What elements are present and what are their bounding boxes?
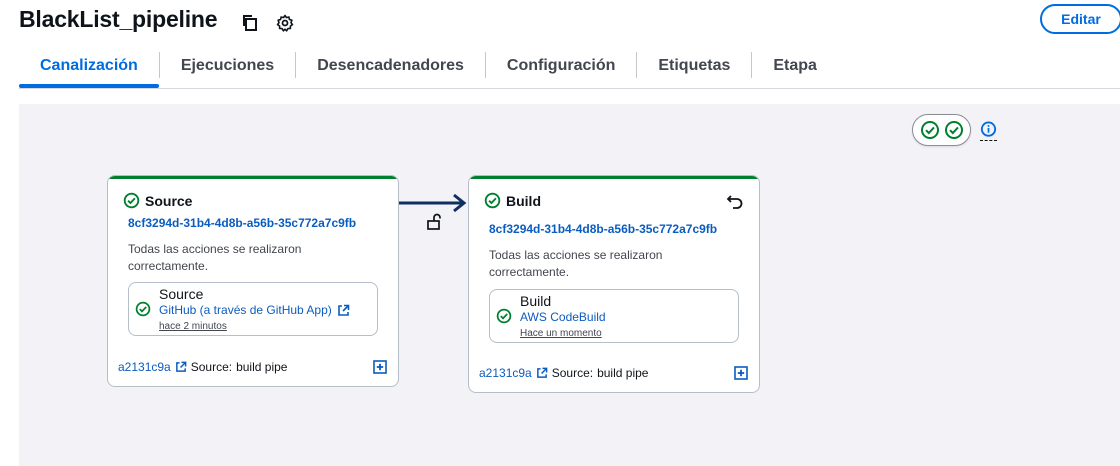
execution-id-link[interactable]: 8cf3294d-31b4-4d8b-a56b-35c772a7c9fb [128,216,356,230]
action-card-source: Source GitHub (a través de GitHub App) h… [128,282,378,336]
action-time[interactable]: hace 2 minutos [159,321,227,332]
page-header: BlackList_pipeline Editar Canalización E… [0,0,1120,100]
success-check-icon [484,192,501,209]
source-label: Source: [551,366,594,380]
action-provider-label[interactable]: AWS CodeBuild [520,310,606,324]
tab-canalizacion[interactable]: Canalización [19,50,159,88]
action-name: Build [520,293,552,309]
action-time[interactable]: Hace un momento [520,328,602,339]
commit-message: build pipe [236,360,288,374]
stage-status-text: Todas las acciones se realizaron correct… [489,248,663,279]
action-card-build: Build AWS CodeBuild Hace un momento [489,289,739,343]
page-title: BlackList_pipeline [19,6,218,32]
settings-gear-icon[interactable] [276,14,294,32]
info-icon[interactable] [980,121,997,141]
commit-link[interactable]: a2131c9a [479,366,532,380]
tabs-divider-line [19,88,1120,89]
external-link-icon[interactable] [536,367,548,379]
stage-header: Build [484,192,541,209]
action-name: Source [159,286,204,302]
stage-footer: a2131c9a Source: build pipe [479,366,648,380]
expand-icon[interactable] [373,360,387,374]
pipeline-status-pill[interactable] [912,114,971,146]
success-check-icon [135,301,151,317]
copy-icon[interactable] [241,14,259,32]
tab-ejecuciones[interactable]: Ejecuciones [160,50,295,88]
action-provider-label[interactable]: GitHub (a través de GitHub App) [159,303,332,317]
action-provider-link[interactable]: AWS CodeBuild [520,310,606,324]
success-check-icon [920,121,939,139]
commit-message: build pipe [597,366,649,380]
stage-header: Source [123,192,192,209]
success-check-icon [496,308,512,324]
success-check-icon [944,121,963,139]
tab-etiquetas[interactable]: Etiquetas [637,50,751,88]
stage-status-text: Todas las acciones se realizaron correct… [128,242,302,273]
rollback-icon[interactable] [726,193,744,211]
edit-button[interactable]: Editar [1040,4,1120,34]
stage-footer: a2131c9a Source: build pipe [118,360,287,374]
tab-configuracion[interactable]: Configuración [486,50,636,88]
stage-card-build: Build 8cf3294d-31b4-4d8b-a56b-35c772a7c9… [468,175,760,393]
commit-link[interactable]: a2131c9a [118,360,171,374]
execution-id-link[interactable]: 8cf3294d-31b4-4d8b-a56b-35c772a7c9fb [489,222,717,236]
stage-card-source: Source 8cf3294d-31b4-4d8b-a56b-35c772a7c… [107,175,399,387]
external-link-icon[interactable] [337,304,350,317]
tab-desencadenadores[interactable]: Desencadenadores [296,50,485,88]
expand-icon[interactable] [734,366,748,380]
action-provider-link[interactable]: GitHub (a través de GitHub App) [159,303,350,317]
source-label: Source: [190,360,233,374]
success-check-icon [123,192,140,209]
tab-bar: Canalización Ejecuciones Desencadenadore… [19,50,838,88]
unlock-icon[interactable] [426,213,442,231]
stage-name: Build [506,192,541,209]
tab-etapa[interactable]: Etapa [752,50,838,88]
external-link-icon[interactable] [175,361,187,373]
stage-name: Source [145,192,193,209]
